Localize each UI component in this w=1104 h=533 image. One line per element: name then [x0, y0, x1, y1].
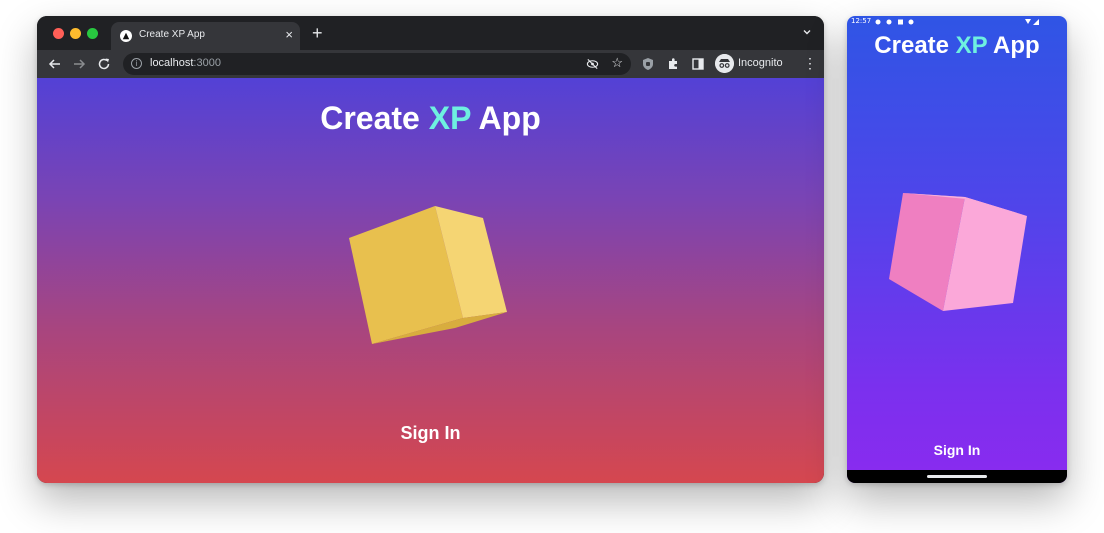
sidepanel-icon[interactable]: [691, 57, 705, 71]
app-viewport: Create XP App Sign In: [37, 78, 824, 483]
favicon-icon: [120, 30, 132, 42]
system-nav-bar: [847, 470, 1067, 483]
address-bar[interactable]: i localhost:3000 ☆: [123, 53, 631, 75]
shield-extension-icon[interactable]: [641, 57, 655, 71]
profile-label[interactable]: Incognito: [738, 57, 783, 69]
mobile-page-title: Create XP App: [874, 32, 1040, 59]
new-tab-button[interactable]: +: [312, 24, 323, 42]
home-indicator[interactable]: [927, 475, 987, 478]
status-time: 12:57: [851, 17, 872, 25]
window-maximize-button[interactable]: [87, 28, 98, 39]
tab-search-chevron-icon[interactable]: [802, 27, 812, 37]
info-icon[interactable]: i: [131, 58, 142, 69]
address-url: localhost:3000: [150, 57, 221, 69]
browser-menu-button[interactable]: ⋮: [803, 55, 817, 71]
desktop-browser-window: Create XP App × + i localhost:3000 ☆ Inc…: [37, 16, 824, 483]
browser-toolbar: i localhost:3000 ☆ Incognito ⋮: [37, 50, 824, 78]
incognito-icon[interactable]: [715, 54, 734, 73]
sign-in-button[interactable]: Sign In: [37, 423, 824, 444]
tab-strip: Create XP App × +: [37, 16, 824, 50]
puzzle-icon[interactable]: [666, 57, 680, 71]
mobile-device: 12:57 Create XP App Sign In: [847, 16, 1067, 483]
star-icon[interactable]: ☆: [611, 55, 623, 71]
page-title: Create XP App: [320, 100, 541, 136]
browser-tab[interactable]: Create XP App ×: [111, 22, 300, 50]
window-close-button[interactable]: [53, 28, 64, 39]
eye-off-icon[interactable]: [586, 58, 599, 70]
tab-title: Create XP App: [139, 29, 205, 40]
reload-icon[interactable]: [96, 56, 112, 72]
mobile-sign-in-button[interactable]: Sign In: [847, 442, 1067, 458]
tab-close-button[interactable]: ×: [285, 27, 293, 43]
window-minimize-button[interactable]: [70, 28, 81, 39]
pink-cube-3d: [889, 193, 1027, 311]
signal-battery-icon: [1025, 19, 1039, 25]
status-bar: 12:57: [847, 16, 1067, 28]
notification-icons: [875, 19, 914, 25]
arrow-left-icon[interactable]: [47, 56, 63, 72]
yellow-cube-3d: [349, 206, 507, 344]
arrow-right-icon[interactable]: [71, 56, 87, 72]
